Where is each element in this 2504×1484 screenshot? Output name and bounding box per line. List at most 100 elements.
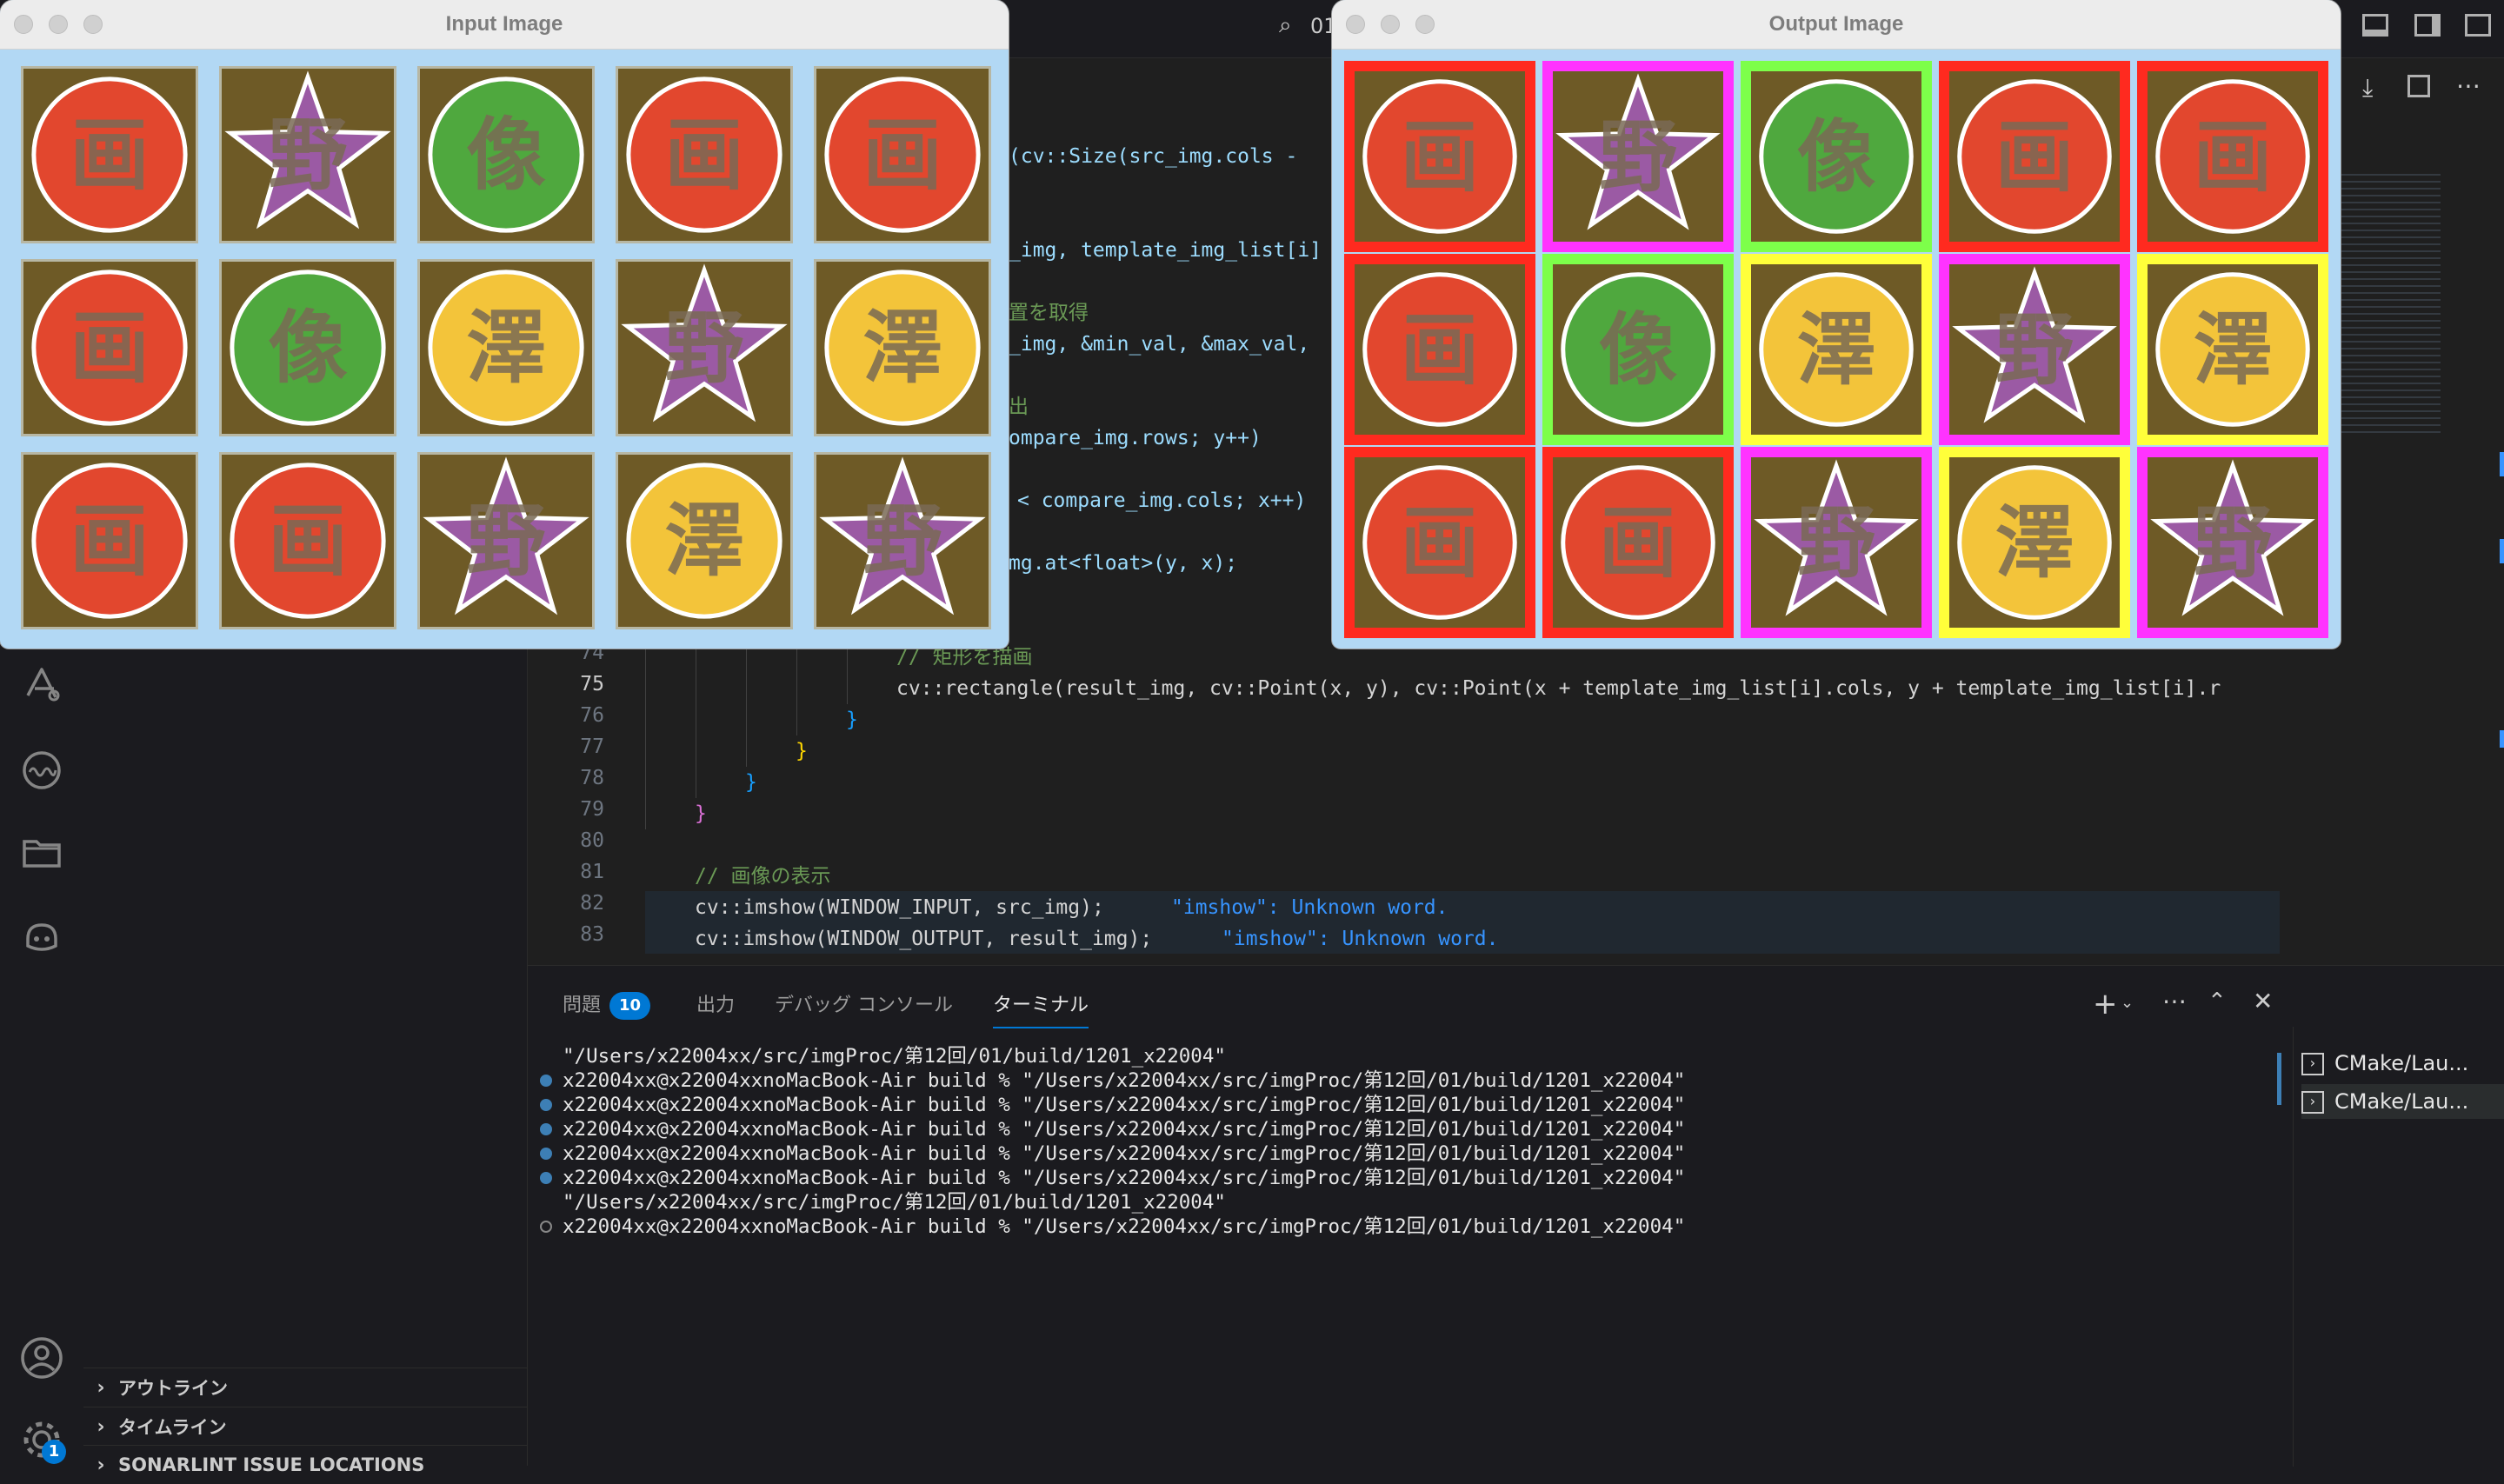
input-tile-circle-yellow: 澤 (616, 452, 793, 629)
svg-text:野: 野 (1599, 111, 1677, 203)
input-image-window[interactable]: Input Image 画野像画画画像澤野澤画画野澤野 (0, 0, 1009, 649)
command-decoration-icon[interactable] (540, 1075, 552, 1087)
zoom-button[interactable] (1415, 15, 1435, 34)
settings-gear-icon[interactable]: 1 (19, 1417, 66, 1464)
tab-problems[interactable]: 問題 10 (563, 985, 651, 1027)
terminal-icon: › (2301, 1091, 2324, 1114)
indent-guide (645, 642, 646, 829)
close-button[interactable] (1346, 15, 1365, 34)
split-editor-icon[interactable] (2407, 75, 2430, 97)
more-actions-icon[interactable]: ⋯ (2162, 987, 2187, 1015)
copilot-icon[interactable] (19, 913, 64, 958)
remote-explorer-icon[interactable] (19, 662, 64, 708)
detected-template: 像 (1553, 264, 1723, 435)
customize-layout-icon[interactable] (2465, 14, 2491, 37)
detected-template: 画 (1553, 457, 1723, 628)
svg-text:画: 画 (70, 110, 149, 202)
terminal-list-label: CMake/Lau... (2334, 1051, 2469, 1075)
extension-wave-icon[interactable] (19, 748, 64, 793)
terminal-line: x22004xx@x22004xxnoMacBook-Air build % "… (563, 1069, 1686, 1092)
terminal-list-divider (2293, 1027, 2294, 1467)
detected-template: 画 (1355, 457, 1525, 628)
close-panel-icon[interactable]: ✕ (2253, 987, 2273, 1015)
tab-terminal[interactable]: ターミナル (993, 985, 1089, 1028)
svg-text:画: 画 (1401, 497, 1479, 589)
code-line-79: } (695, 802, 707, 825)
input-tile-circle-red: 画 (21, 452, 198, 629)
sidebar-section-outline[interactable]: › アウトライン (83, 1368, 527, 1407)
output-tile-star-purple: 野 (1542, 61, 1734, 252)
star-purple-shape-icon: 野 (1754, 459, 1919, 616)
terminal-line: "/Users/x22004xx/src/imgProc/第12回/01/bui… (563, 1045, 1226, 1068)
minimap[interactable] (2336, 174, 2441, 435)
svg-text:画: 画 (1995, 111, 2074, 203)
terminal-list-item[interactable]: › CMake/Lau... (2301, 1046, 2504, 1081)
line-number: 82 (580, 892, 604, 915)
new-terminal-plus-icon[interactable]: + (2093, 987, 2118, 1021)
window-title[interactable]: Input Image (0, 0, 1009, 50)
close-button[interactable] (14, 15, 33, 34)
circle-yellow-shape-icon: 澤 (1759, 272, 1914, 427)
circle-red-shape-icon: 画 (1957, 79, 2112, 234)
detected-template: 澤 (1949, 457, 2120, 628)
command-decoration-icon[interactable] (540, 1172, 552, 1184)
code-fragment: 出 (1009, 396, 1029, 418)
code-line-77: } (796, 740, 808, 762)
output-tile-circle-green: 像 (1741, 61, 1932, 252)
circle-red-shape-icon: 画 (824, 77, 981, 233)
detected-template: 野 (1751, 457, 1921, 628)
circle-red-shape-icon: 画 (230, 463, 386, 619)
svg-text:野: 野 (466, 496, 545, 588)
section-label: タイムライン (118, 1417, 227, 1438)
output-tile-star-purple: 野 (1741, 447, 1932, 638)
toggle-panel-icon[interactable] (2362, 14, 2388, 37)
terminal-list-item-selected[interactable]: › CMake/Lau... (2301, 1084, 2504, 1119)
command-decoration-icon[interactable] (540, 1221, 552, 1233)
folder-icon[interactable] (19, 829, 64, 875)
output-tile-circle-red: 画 (1344, 447, 1535, 638)
input-tile-star-purple: 野 (417, 452, 595, 629)
chevron-down-icon[interactable]: ⌄ (2121, 994, 2134, 1012)
star-purple-shape-icon: 野 (423, 456, 589, 616)
tab-output[interactable]: 出力 (696, 985, 735, 1027)
output-tile-star-purple: 野 (1939, 254, 2130, 445)
code-fragment: _img, template_img_list[i] (1009, 239, 1322, 262)
line-number: 75 (580, 673, 604, 695)
output-image-window[interactable]: Output Image 画野像画画画像澤野澤画画野澤野 (1332, 0, 2341, 649)
code-line-82: cv::imshow(WINDOW_INPUT, src_img); (695, 896, 1104, 919)
detected-template: 野 (2148, 457, 2318, 628)
search-icon[interactable]: ⌕ (1279, 12, 1292, 39)
command-decoration-icon[interactable] (540, 1099, 552, 1111)
tab-label: 問題 (563, 995, 602, 1016)
circle-green-shape-icon: 像 (230, 270, 386, 426)
maximize-panel-icon[interactable]: ⌃ (2208, 988, 2227, 1015)
diagnostic-line-83: "imshow": Unknown word. (1222, 928, 1499, 950)
svg-text:像: 像 (1599, 304, 1677, 396)
sidebar-section-timeline[interactable]: › タイムライン (83, 1407, 527, 1446)
terminal-output[interactable]: "/Users/x22004xx/src/imgProc/第12回/01/bui… (528, 1044, 2275, 1461)
more-actions-icon[interactable]: ⋯ (2456, 71, 2481, 100)
editor-action-icon[interactable]: ⤓ (2362, 73, 2373, 103)
svg-text:画: 画 (2194, 111, 2272, 203)
window-title[interactable]: Output Image (1332, 0, 2341, 50)
command-decoration-icon[interactable] (540, 1123, 552, 1135)
circle-yellow-shape-icon: 澤 (824, 270, 981, 426)
minimize-button[interactable] (1381, 15, 1400, 34)
sidebar-section-sonarlint[interactable]: › SONARLINT ISSUE LOCATIONS (83, 1445, 527, 1484)
svg-text:澤: 澤 (664, 496, 743, 588)
toggle-secondary-sidebar-icon[interactable] (2414, 14, 2441, 37)
svg-text:像: 像 (268, 303, 347, 395)
tab-debug-console[interactable]: デバッグ コンソール (775, 985, 953, 1027)
input-tile-star-purple: 野 (814, 452, 991, 629)
account-icon[interactable] (19, 1335, 64, 1381)
terminal-scroll-marker (2277, 1053, 2281, 1105)
input-tile-star-purple: 野 (616, 259, 793, 436)
svg-text:澤: 澤 (862, 303, 942, 395)
command-decoration-icon[interactable] (540, 1148, 552, 1160)
code-fragment: ompare_img.rows; y++) (1009, 427, 1262, 449)
svg-text:画: 画 (1401, 304, 1479, 396)
zoom-button[interactable] (83, 15, 103, 34)
minimize-button[interactable] (49, 15, 68, 34)
svg-text:澤: 澤 (2194, 304, 2272, 396)
code-line-78: } (745, 771, 757, 794)
